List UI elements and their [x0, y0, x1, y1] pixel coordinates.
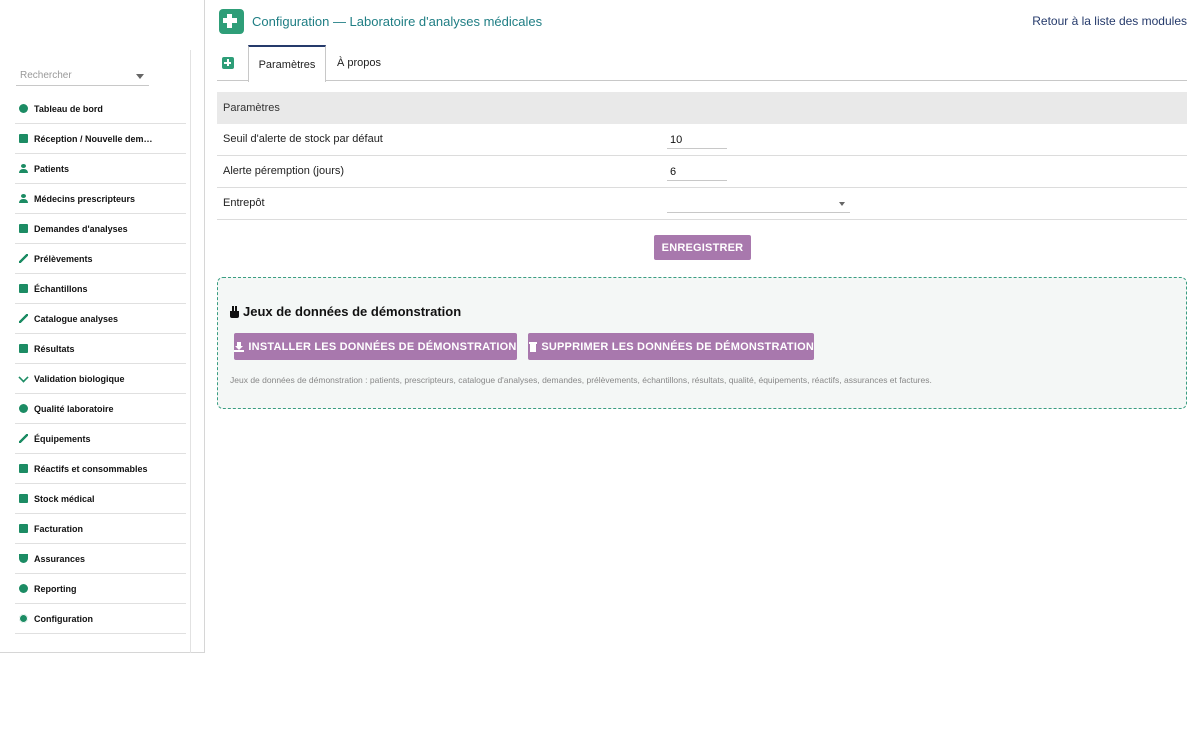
save-button[interactable]: ENREGISTRER [654, 235, 751, 260]
sidebar-item-label: Réactifs et consommables [34, 463, 148, 474]
param-row-stock-threshold: Seuil d'alerte de stock par défaut [217, 124, 1187, 156]
shield-icon [19, 554, 28, 563]
sidebar-item-label: Catalogue analyses [34, 313, 119, 324]
clipboard-check-icon [19, 344, 28, 353]
sidebar-item-label: Patients [34, 163, 70, 174]
dashboard-icon [19, 104, 28, 113]
circle-icon [19, 404, 28, 413]
sidebar-item-label: Reporting [34, 583, 77, 594]
check-double-icon [18, 371, 29, 383]
expiry-alert-input[interactable] [667, 163, 727, 181]
tab-a-propos[interactable]: À propos [330, 45, 388, 81]
sidebar-item-label: Qualité laboratoire [34, 403, 114, 414]
gear-icon [19, 614, 28, 623]
sidebar-item-qualite[interactable]: Qualité laboratoire [15, 394, 186, 424]
sidebar-item-label: Configuration [34, 613, 93, 624]
sidebar-item-assurances[interactable]: Assurances [15, 544, 186, 574]
sidebar-item-demandes[interactable]: Demandes d'analyses [15, 214, 186, 244]
trash-icon [528, 341, 538, 352]
clipboard-icon [19, 134, 28, 143]
flask-icon [19, 284, 28, 293]
sidebar-item-label: Réception / Nouvelle dem… [34, 133, 153, 144]
sidebar-item-reactifs[interactable]: Réactifs et consommables [15, 454, 186, 484]
sidebar-item-label: Validation biologique [34, 373, 125, 384]
sidebar-item-reporting[interactable]: Reporting [15, 574, 186, 604]
sidebar-item-label: Assurances [34, 553, 86, 564]
param-label: Seuil d'alerte de stock par défaut [223, 133, 383, 145]
sidebar-item-label: Équipements [34, 433, 91, 444]
sidebar-item-echantillons[interactable]: Échantillons [15, 274, 186, 304]
tab-bar: Paramètres À propos [217, 45, 1187, 82]
sidebar-item-patients[interactable]: Patients [15, 154, 186, 184]
sidebar-item-medecins[interactable]: Médecins prescripteurs [15, 184, 186, 214]
params-table: Paramètres Seuil d'alerte de stock par d… [217, 92, 1187, 220]
install-demo-button[interactable]: INSTALLER LES DONNÉES DE DÉMONSTRATION [234, 333, 517, 360]
vial-icon [19, 464, 28, 473]
page-title: Configuration — Laboratoire d'analyses m… [252, 14, 543, 29]
demo-title: Jeux de données de démonstration [230, 304, 461, 319]
sidebar-item-label: Résultats [34, 343, 75, 354]
demo-data-panel: Jeux de données de démonstration INSTALL… [217, 277, 1187, 409]
warehouse-select[interactable] [667, 196, 850, 213]
sidebar-item-prelevements[interactable]: Prélèvements [15, 244, 186, 274]
sidebar-menu: Tableau de bord Réception / Nouvelle dem… [15, 94, 186, 634]
file-icon [19, 224, 28, 233]
microscope-icon [19, 434, 28, 443]
sidebar-item-label: Facturation [34, 523, 84, 534]
sidebar-item-configuration[interactable]: Configuration [15, 604, 186, 634]
sidebar-item-label: Tableau de bord [34, 103, 103, 114]
stock-threshold-input[interactable] [667, 131, 727, 149]
params-header: Paramètres [217, 92, 1187, 124]
delete-demo-label: SUPPRIMER LES DONNÉES DE DÉMONSTRATION [541, 340, 814, 353]
sidebar-item-label: Échantillons [34, 283, 88, 294]
sidebar-item-resultats[interactable]: Résultats [15, 334, 186, 364]
param-label: Entrepôt [223, 197, 265, 209]
invoice-icon [19, 524, 28, 533]
param-row-expiry-alert: Alerte péremption (jours) [217, 156, 1187, 188]
back-to-modules-link[interactable]: Retour à la liste des modules [1032, 14, 1187, 28]
sidebar-item-stock[interactable]: Stock médical [15, 484, 186, 514]
search-select[interactable]: Rechercher [16, 66, 149, 86]
module-logo-icon [219, 9, 244, 34]
flask-icon [230, 305, 239, 318]
chevron-down-icon [839, 202, 845, 206]
chart-pie-icon [19, 584, 28, 593]
user-icon [19, 164, 28, 173]
module-tab-icon [222, 57, 234, 69]
param-row-warehouse: Entrepôt [217, 188, 1187, 220]
sidebar-item-label: Stock médical [34, 493, 95, 504]
sidebar-item-validation[interactable]: Validation biologique [15, 364, 186, 394]
boxes-icon [19, 494, 28, 503]
syringe-icon [19, 254, 28, 263]
install-demo-label: INSTALLER LES DONNÉES DE DÉMONSTRATION [248, 340, 517, 353]
pen-icon [19, 314, 28, 323]
tab-parametres[interactable]: Paramètres [248, 45, 326, 82]
demo-description: Jeux de données de démonstration : patie… [230, 375, 932, 385]
sidebar-item-facturation[interactable]: Facturation [15, 514, 186, 544]
delete-demo-button[interactable]: SUPPRIMER LES DONNÉES DE DÉMONSTRATION [528, 333, 814, 360]
param-label: Alerte péremption (jours) [223, 165, 345, 177]
download-icon [234, 341, 245, 352]
sidebar-item-reception[interactable]: Réception / Nouvelle dem… [15, 124, 186, 154]
sidebar-item-label: Prélèvements [34, 253, 93, 264]
sidebar-item-equipements[interactable]: Équipements [15, 424, 186, 454]
doctor-icon [19, 194, 28, 203]
search-placeholder: Rechercher [20, 70, 72, 81]
chevron-down-icon [136, 74, 144, 79]
sidebar-item-tableau-de-bord[interactable]: Tableau de bord [15, 94, 186, 124]
sidebar-item-label: Médecins prescripteurs [34, 193, 136, 204]
demo-title-text: Jeux de données de démonstration [243, 304, 462, 319]
sidebar-item-label: Demandes d'analyses [34, 223, 128, 234]
sidebar-item-catalogue[interactable]: Catalogue analyses [15, 304, 186, 334]
